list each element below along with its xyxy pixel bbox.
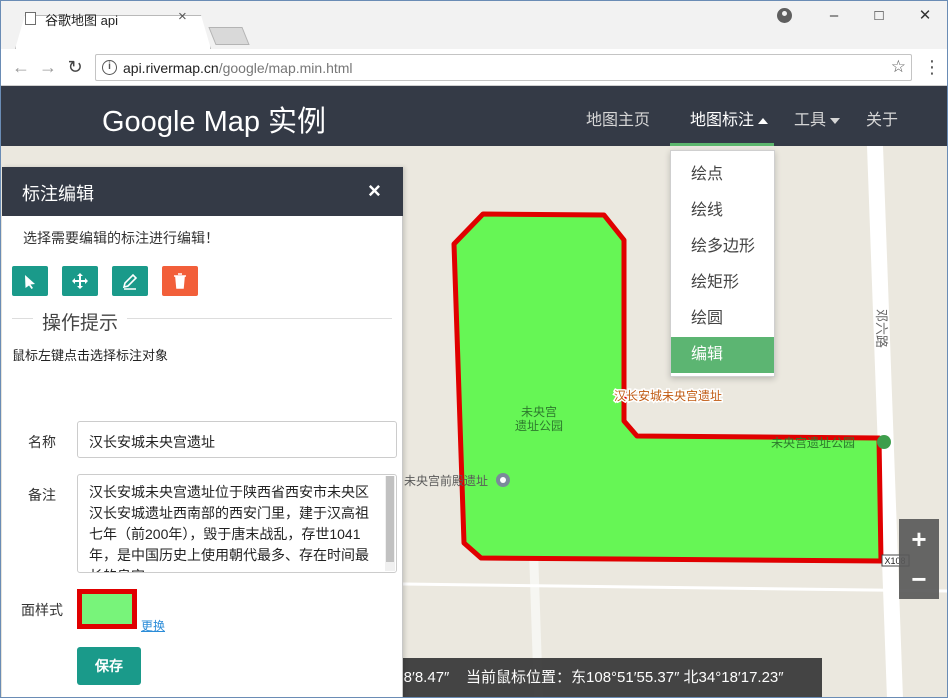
delete-tool-button[interactable]	[162, 266, 198, 296]
address-bar[interactable]: i api.rivermap.cn/google/map.min.html ☆	[95, 54, 912, 81]
dropdown-item-polygon[interactable]: 绘多边形	[671, 229, 774, 265]
browser-menu-icon[interactable]: ⋮	[923, 56, 941, 78]
tab-title[interactable]: 谷歌地图 api	[45, 10, 118, 29]
edit-tool-button[interactable]	[112, 266, 148, 296]
app-navbar: Google Map 实例 地图主页 地图标注 工具 关于	[1, 86, 947, 146]
coordinate-status-bar: 4°18′8.47″ 当前鼠标位置：东108°51′55.37″ 北34°18′…	[381, 658, 822, 697]
site-info-icon[interactable]: i	[102, 60, 117, 75]
textarea-scrollbar[interactable]	[386, 476, 394, 562]
nav-item-about[interactable]: 关于	[866, 106, 898, 130]
park-label-line1: 未央宫	[521, 404, 557, 419]
note-label: 备注	[28, 487, 56, 503]
fill-color-swatch[interactable]	[77, 589, 137, 629]
road-label: 邓六路	[873, 309, 889, 348]
annotation-polygon[interactable]	[451, 211, 884, 564]
nav-item-home[interactable]: 地图主页	[586, 106, 650, 130]
browser-window: 谷歌地图 api × – □ ✕ ← → ↻ i api.rivermap.cn…	[0, 0, 948, 698]
trash-icon	[174, 273, 186, 289]
minimize-icon[interactable]: –	[819, 5, 849, 27]
tab-strip: 谷歌地图 api × – □ ✕	[1, 1, 947, 49]
maximize-icon[interactable]: □	[864, 5, 894, 27]
nav-item-annotate[interactable]: 地图标注	[690, 106, 769, 130]
park-pin-icon[interactable]	[877, 435, 891, 449]
caret-up-icon	[758, 117, 769, 124]
road-vertical	[867, 146, 903, 697]
bookmark-star-icon[interactable]: ☆	[891, 57, 906, 77]
dropdown-item-point[interactable]: 绘点	[671, 157, 774, 193]
move-tool-button[interactable]	[62, 266, 98, 296]
new-tab-button[interactable]	[208, 27, 250, 45]
park-label-line2: 遗址公园	[515, 419, 563, 433]
note-textarea[interactable]: 汉长安城未央宫遗址位于陕西省西安市未央区汉长安城遗址西南部的西安门里，建于汉高祖…	[77, 474, 397, 573]
caret-down-icon	[830, 117, 841, 124]
dropdown-item-circle[interactable]: 绘圆	[671, 301, 774, 337]
park-right-label: 未央宫遗址公园	[771, 435, 855, 450]
browser-toolbar: ← → ↻ i api.rivermap.cn/google/map.min.h…	[1, 49, 947, 86]
zoom-in-button[interactable]: +	[899, 519, 939, 559]
panel-header: 标注编辑 ×	[2, 167, 403, 216]
panel-title: 标注编辑	[22, 184, 94, 204]
panel-close-icon[interactable]: ×	[368, 178, 381, 204]
brand-title[interactable]: Google Map 实例	[102, 98, 326, 140]
fill-style-label: 面样式	[21, 602, 63, 618]
page-icon	[25, 12, 36, 25]
close-window-icon[interactable]: ✕	[910, 5, 940, 27]
move-icon	[72, 273, 88, 289]
back-icon[interactable]: ←	[9, 56, 33, 78]
name-input[interactable]: 汉长安城未央宫遗址	[77, 421, 397, 458]
tab-close-icon[interactable]: ×	[178, 7, 187, 27]
polygon-label: 汉长安城未央宫遗址	[614, 388, 722, 403]
save-button[interactable]: 保存	[77, 647, 141, 685]
reload-icon[interactable]: ↻	[63, 56, 87, 78]
annotation-edit-panel: 标注编辑 × 选择需要编辑的标注进行编辑！ 操作提示 鼠标左键点击选择标注对象 …	[2, 167, 403, 697]
panel-hint: 选择需要编辑的标注进行编辑！	[23, 230, 219, 246]
camera-poi-icon-center	[500, 477, 506, 483]
zoom-out-button[interactable]: −	[899, 559, 939, 599]
profile-icon[interactable]	[777, 8, 792, 23]
nav-item-tools[interactable]: 工具	[794, 106, 841, 130]
change-style-link[interactable]: 更换	[141, 617, 165, 634]
select-arrow-icon	[25, 275, 35, 289]
road-horizontal	[402, 582, 947, 593]
edit-pen-icon	[122, 273, 138, 290]
url-text[interactable]: api.rivermap.cn/google/map.min.html	[123, 60, 353, 76]
operation-instruction: 鼠标左键点击选择标注对象	[12, 348, 169, 363]
fieldset-legend: 操作提示	[33, 308, 128, 335]
dropdown-item-rectangle[interactable]: 绘矩形	[671, 265, 774, 301]
select-tool-button[interactable]	[12, 266, 48, 296]
dropdown-item-edit[interactable]: 编辑	[671, 337, 774, 373]
front-hall-label: 未央宫前殿遗址	[404, 473, 488, 488]
annotate-dropdown: 绘点 绘线 绘多边形 绘矩形 绘圆 编辑	[670, 150, 775, 377]
name-label: 名称	[28, 434, 56, 450]
dropdown-item-line[interactable]: 绘线	[671, 193, 774, 229]
forward-icon[interactable]: →	[36, 56, 60, 78]
zoom-control: + −	[899, 519, 939, 599]
